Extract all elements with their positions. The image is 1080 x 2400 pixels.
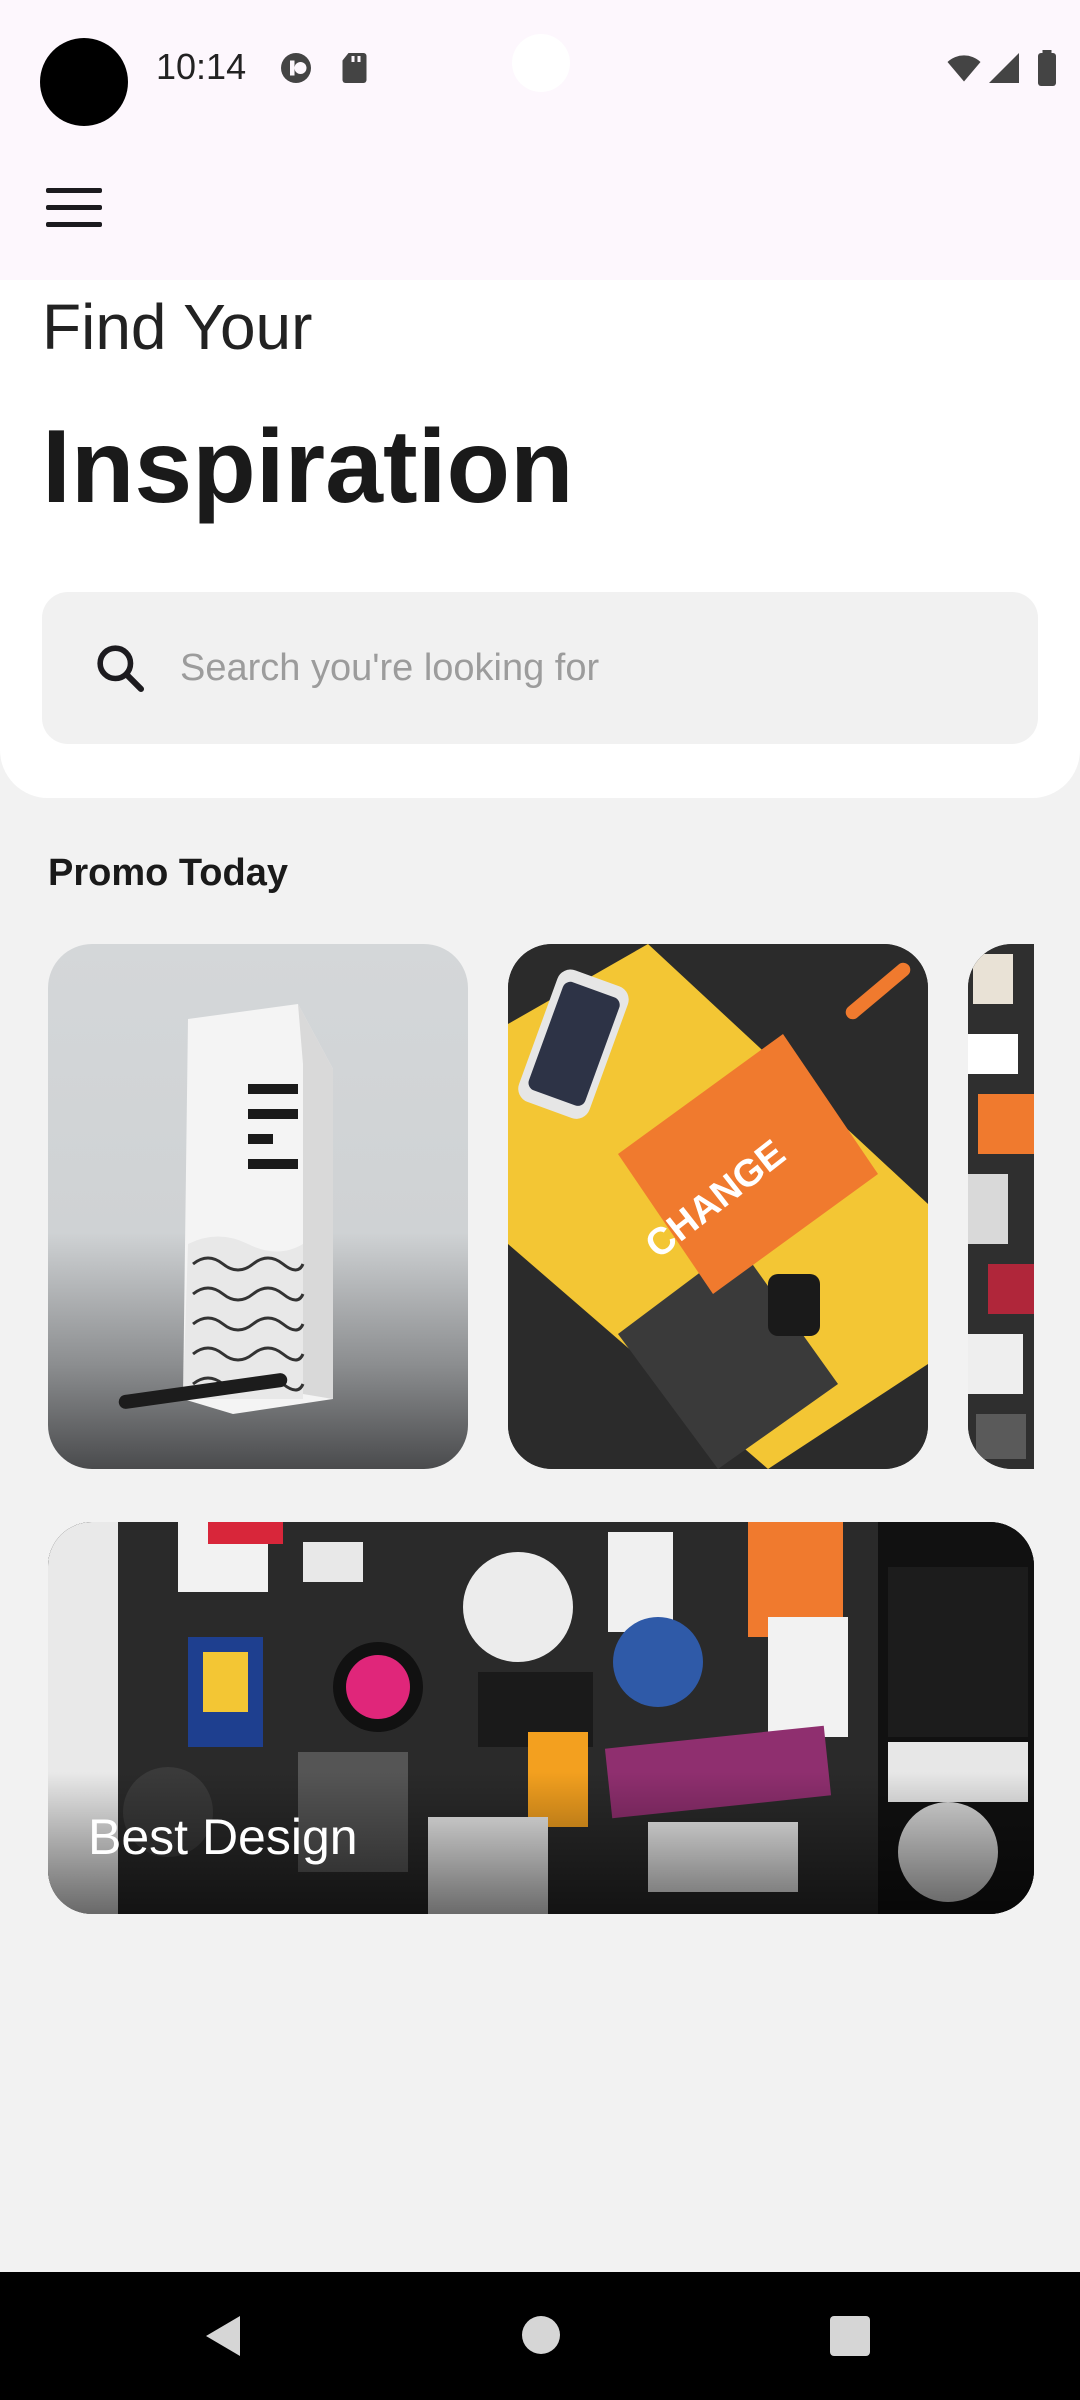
camera-cutout [512,34,570,92]
back-icon[interactable] [200,2312,248,2360]
wifi-icon [947,55,981,82]
system-navigation-bar [0,2272,1080,2400]
app-bar [0,140,1080,280]
status-time: 10:14 [156,46,247,87]
promo-card-boxed-water[interactable] [48,944,468,1469]
promo-card-change-by-design[interactable]: CHANGE [508,944,928,1469]
header-subtitle: Find Your [42,291,313,363]
search-bar[interactable] [42,592,1038,744]
page-title: Inspiration [42,409,574,525]
battery-icon [1038,50,1056,86]
boxed-water-image [118,1004,333,1414]
notification-app-icon [281,53,311,83]
sticker-wall-image [968,944,1034,1469]
cellular-signal-icon [989,53,1019,83]
profile-avatar [40,38,128,126]
change-by-design-image: CHANGE [508,944,928,1469]
best-design-banner[interactable]: Best Design [48,1522,1034,1914]
hamburger-menu-icon[interactable] [46,188,102,232]
recent-apps-icon[interactable] [830,2316,870,2356]
status-bar: 10:14 [0,0,1080,140]
search-input[interactable] [180,636,1000,700]
search-icon [97,645,145,693]
section-title-promo: Promo Today [48,852,288,894]
banner-label: Best Design [88,1809,358,1865]
home-icon[interactable] [522,2316,560,2354]
header-card: Find Your Inspiration [0,280,1080,798]
sd-card-icon [342,53,367,83]
promo-card-stickers[interactable] [968,944,1034,1469]
